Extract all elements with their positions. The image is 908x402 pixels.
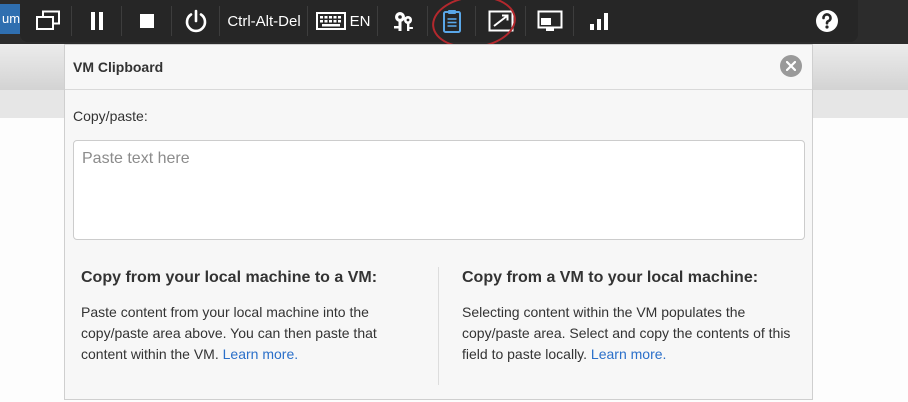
keyboard-language-label: EN (349, 12, 371, 30)
ctrl-alt-del-button[interactable]: Ctrl-Alt-Del (220, 0, 308, 42)
power-icon (185, 9, 207, 33)
fullscreen-button[interactable] (476, 0, 526, 42)
send-keys-button[interactable] (378, 0, 428, 42)
local-to-vm-heading: Copy from your local machine to a VM: (81, 269, 378, 286)
local-to-vm-learn-more-link[interactable]: Learn more. (223, 346, 298, 362)
ctrl-alt-del-label: Ctrl-Alt-Del (227, 12, 301, 30)
multi-monitor-button[interactable] (24, 0, 72, 42)
screen-icon (537, 10, 563, 31)
pause-button[interactable] (72, 0, 122, 42)
keyboard-icon (315, 12, 346, 30)
pause-icon (91, 12, 103, 30)
section-divider (438, 267, 439, 385)
stop-button[interactable] (122, 0, 172, 42)
clipboard-button[interactable] (428, 0, 476, 42)
close-icon (786, 61, 796, 71)
vm-to-local-heading: Copy from a VM to your local machine: (462, 269, 759, 286)
power-button[interactable] (172, 0, 220, 42)
fullscreen-icon (488, 10, 514, 32)
local-to-vm-section: Copy from your local machine to a VM: Pa… (81, 269, 411, 365)
background-tab-label: um (2, 11, 21, 26)
vm-clipboard-dialog: VM Clipboard Copy/paste: Copy from your … (64, 44, 813, 400)
dialog-title: VM Clipboard (73, 59, 164, 75)
vm-to-local-section: Copy from a VM to your local machine: Se… (462, 269, 792, 365)
stop-icon (140, 14, 154, 28)
keys-icon (394, 12, 413, 31)
local-to-vm-description: Paste content from your local machine in… (81, 302, 411, 365)
dialog-close-button[interactable] (780, 55, 802, 77)
console-toolbar: Ctrl-Alt-Del EN (20, 0, 858, 53)
connection-signal-button[interactable] (574, 0, 624, 42)
signal-icon (590, 13, 608, 30)
keyboard-language-button[interactable]: EN (308, 0, 378, 42)
screen-resolution-button[interactable] (526, 0, 574, 42)
help-icon (816, 10, 838, 32)
vm-to-local-description: Selecting content within the VM populate… (462, 302, 792, 365)
dialog-header: VM Clipboard (65, 45, 812, 90)
clipboard-icon (443, 10, 461, 33)
help-button[interactable] (796, 0, 858, 42)
paste-textarea[interactable] (73, 140, 805, 240)
multi-monitor-icon (36, 10, 60, 30)
copy-paste-label: Copy/paste: (73, 108, 148, 124)
vm-to-local-learn-more-link[interactable]: Learn more. (591, 346, 666, 362)
